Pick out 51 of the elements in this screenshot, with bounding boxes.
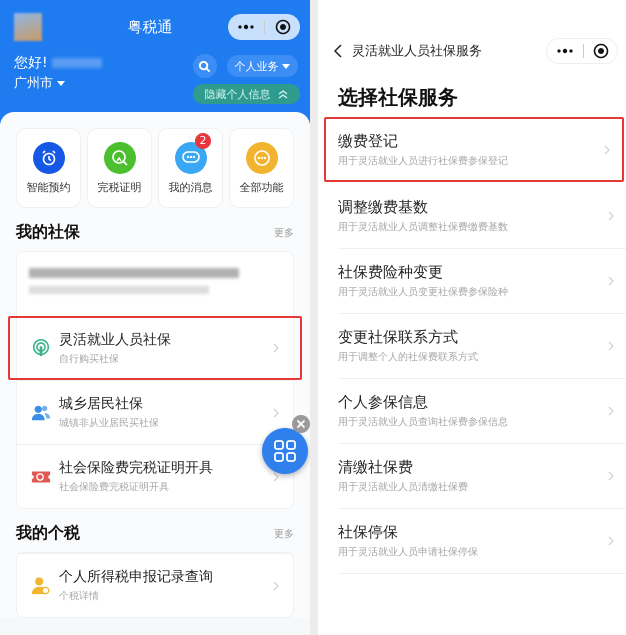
close-target-icon[interactable]: [275, 19, 292, 35]
back-icon[interactable]: [334, 44, 342, 58]
service-item[interactable]: 灵活就业人员社保 自行购买社保: [8, 316, 302, 380]
chevron-icon: [608, 211, 614, 221]
service-item[interactable]: 清缴社保费 用于灵活就业人员清缴社保费: [338, 444, 626, 509]
service-item[interactable]: 调整缴费基数 用于灵活就业人员调整社保费缴费基数: [338, 184, 626, 249]
greeting: 您好!: [14, 54, 48, 72]
chevron-icon: [608, 341, 614, 351]
service-item[interactable]: 个人所得税申报记录查询 个税详情: [17, 553, 293, 617]
service-item[interactable]: 个人参保信息 用于灵活就业人员查询社保费参保信息: [338, 379, 626, 444]
service-item[interactable]: 社保停保 用于灵活就业人员申请社保停保: [338, 509, 626, 574]
more-icon[interactable]: [236, 24, 255, 30]
section-title: 我的个税: [16, 523, 80, 544]
capsule-menu[interactable]: [546, 38, 618, 64]
more-icon[interactable]: [556, 48, 574, 54]
shortcut-tile[interactable]: 完税证明: [87, 128, 152, 208]
chevron-icon: [273, 343, 279, 353]
chevron-icon: [608, 276, 614, 286]
redacted-name: [52, 58, 102, 68]
double-chevron-icon: [278, 90, 288, 99]
count-badge: 2: [195, 133, 211, 149]
chevron-icon: [273, 580, 279, 590]
caret-icon: [282, 64, 290, 69]
service-item[interactable]: 变更社保联系方式 用于调整个人的社保费联系方式: [338, 314, 626, 379]
close-icon[interactable]: [292, 415, 310, 433]
grid-icon: [273, 439, 297, 463]
chevron-icon: [608, 536, 614, 546]
page-heading: 选择社保服务: [337, 84, 459, 111]
chevron-icon: [604, 144, 610, 154]
service-item[interactable]: 缴费登记 用于灵活就业人员进行社保费参保登记: [324, 117, 624, 182]
chevron-icon: [608, 471, 614, 481]
section-title: 我的社保: [16, 222, 80, 243]
city-selector[interactable]: 广州市: [14, 74, 66, 92]
person-icon: [31, 576, 51, 596]
signal-icon: [31, 338, 51, 358]
caret-icon: [57, 80, 66, 86]
avatar: [14, 13, 42, 41]
shortcut-tile[interactable]: 智能预约: [16, 128, 81, 208]
shortcut-tile[interactable]: 2 我的消息: [158, 128, 223, 208]
chevron-icon: [608, 406, 614, 416]
people-icon: [31, 402, 51, 422]
capsule-menu[interactable]: [228, 14, 300, 40]
app-title: 粤税通: [126, 18, 174, 36]
chevron-icon: [273, 472, 279, 482]
page-title: 灵活就业人员社保服务: [352, 43, 483, 60]
chevron-icon: [273, 408, 279, 418]
search-button[interactable]: [192, 54, 216, 78]
shortcut-tile[interactable]: 全部功能: [229, 128, 294, 208]
close-target-icon[interactable]: [592, 43, 608, 59]
search-icon: [198, 60, 211, 72]
service-item[interactable]: 社保费险种变更 用于灵活就业人员变更社保费参保险种: [338, 249, 626, 314]
